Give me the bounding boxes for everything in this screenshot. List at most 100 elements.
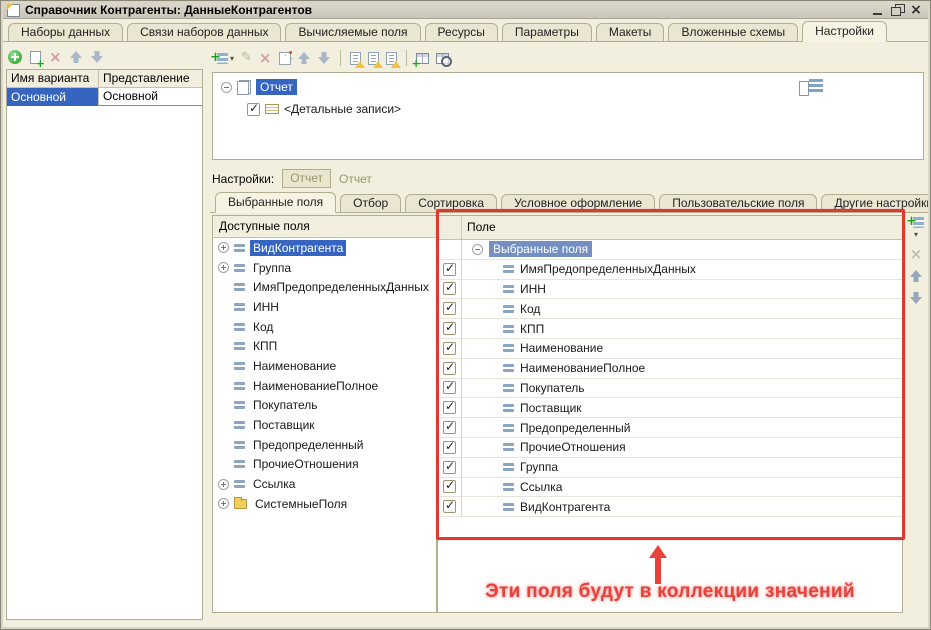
field-label[interactable]: Код [520, 302, 540, 316]
available-field-row[interactable]: КПП [213, 336, 436, 356]
field-label[interactable]: Поставщик [520, 401, 582, 415]
field-label[interactable]: КПП [250, 338, 280, 354]
delete-element-button[interactable]: × [259, 51, 272, 65]
expand-toggle-icon[interactable] [218, 479, 229, 490]
settings-tab[interactable]: Отбор [340, 194, 401, 213]
move-field-up-button[interactable] [910, 269, 923, 283]
settings-tab[interactable]: Выбранные поля [215, 192, 336, 213]
selected-field-row[interactable]: КПП [438, 319, 902, 339]
field-label[interactable]: Покупатель [520, 381, 584, 395]
minimize-icon[interactable] [870, 3, 886, 17]
available-field-row[interactable]: ВидКонтрагента [213, 238, 436, 258]
move-field-down-button[interactable] [910, 291, 923, 305]
field-label[interactable]: СистемныеПоля [252, 496, 350, 512]
field-checkbox[interactable] [443, 282, 456, 295]
main-tab[interactable]: Вложенные схемы [668, 23, 798, 42]
selected-field-row[interactable]: Ссылка [438, 478, 902, 498]
field-label[interactable]: НаименованиеПолное [520, 361, 645, 375]
settings-scope-button[interactable]: Отчет [282, 169, 331, 188]
available-field-row[interactable]: ПрочиеОтношения [213, 455, 436, 475]
main-tab[interactable]: Связи наборов данных [127, 23, 281, 42]
settings-tab[interactable]: Условное оформление [501, 194, 655, 213]
move-variant-down-button[interactable] [91, 50, 104, 64]
field-label[interactable]: ИНН [250, 299, 282, 315]
move-element-up-button[interactable] [298, 51, 311, 65]
selected-field-row[interactable]: НаименованиеПолное [438, 359, 902, 379]
field-checkbox[interactable] [443, 302, 456, 315]
selected-field-row[interactable]: ИмяПредопределенныхДанных [438, 260, 902, 280]
variant-presentation-cell[interactable]: Основной [99, 88, 202, 106]
field-checkbox[interactable] [443, 362, 456, 375]
available-field-row[interactable]: Наименование [213, 356, 436, 376]
main-tab[interactable]: Вычисляемые поля [285, 23, 420, 42]
detail-records-checkbox[interactable] [247, 103, 260, 116]
tree-child-row[interactable]: <Детальные записи> [239, 99, 923, 119]
edit-element-button[interactable]: ✎ [241, 51, 252, 65]
field-checkbox[interactable] [443, 421, 456, 434]
main-tab[interactable]: Параметры [502, 23, 592, 42]
available-field-row[interactable]: Группа [213, 258, 436, 278]
field-label[interactable]: ИмяПредопределенныхДанных [250, 279, 432, 295]
selected-field-row[interactable]: Предопределенный [438, 418, 902, 438]
move-variant-up-button[interactable] [70, 50, 83, 64]
field-label[interactable]: Ссылка [250, 476, 298, 492]
variant-name-cell[interactable]: Основной [7, 88, 99, 106]
selected-field-row[interactable]: ПрочиеОтношения [438, 438, 902, 458]
tree-child-label[interactable]: <Детальные записи> [284, 102, 401, 116]
selected-field-row[interactable]: Группа [438, 458, 902, 478]
field-label[interactable]: Поставщик [250, 417, 318, 433]
selected-field-row[interactable]: Покупатель [438, 379, 902, 399]
tree-root-label[interactable]: Отчет [256, 79, 297, 95]
delete-field-button[interactable]: × [910, 247, 923, 261]
close-icon[interactable]: × [908, 3, 924, 17]
selected-field-row[interactable]: Наименование [438, 339, 902, 359]
field-checkbox[interactable] [443, 480, 456, 493]
field-label[interactable]: НаименованиеПолное [250, 378, 381, 394]
field-checkbox[interactable] [443, 500, 456, 513]
field-label[interactable]: Группа [520, 460, 558, 474]
field-label[interactable]: ВидКонтрагента [520, 500, 610, 514]
field-label[interactable]: Наименование [250, 358, 339, 374]
available-field-row[interactable]: НаименованиеПолное [213, 376, 436, 396]
field-label[interactable]: Наименование [520, 341, 603, 355]
copy-variant-button[interactable] [30, 51, 41, 64]
table-search-button[interactable] [436, 53, 449, 64]
delete-variant-button[interactable]: × [49, 50, 62, 64]
collapse-toggle-icon[interactable] [221, 82, 232, 93]
field-label[interactable]: ИмяПредопределенныхДанных [520, 262, 696, 276]
field-checkbox[interactable] [443, 342, 456, 355]
field-checkbox[interactable] [443, 322, 456, 335]
field-checkbox[interactable] [443, 263, 456, 276]
available-field-row[interactable]: ИмяПредопределенныхДанных [213, 277, 436, 297]
available-field-row[interactable]: ИНН [213, 297, 436, 317]
selected-field-row[interactable]: Поставщик [438, 398, 902, 418]
expand-toggle-icon[interactable] [218, 262, 229, 273]
group-label[interactable]: Выбранные поля [489, 241, 592, 257]
available-field-row[interactable]: СистемныеПоля [213, 494, 436, 514]
selected-fields-group-row[interactable]: Выбранные поля [438, 240, 902, 260]
field-checkbox[interactable] [443, 401, 456, 414]
field-checkbox[interactable] [443, 381, 456, 394]
available-field-row[interactable]: Поставщик [213, 415, 436, 435]
main-tab[interactable]: Наборы данных [8, 23, 123, 42]
add-element-button[interactable]: ▾ [212, 53, 234, 64]
field-label[interactable]: ПрочиеОтношения [250, 456, 362, 472]
field-label[interactable]: Предопределенный [520, 421, 631, 435]
main-tab[interactable]: Настройки [802, 21, 887, 42]
field-label[interactable]: Группа [250, 260, 294, 276]
table-add-button[interactable] [416, 53, 429, 64]
available-field-row[interactable]: Ссылка [213, 474, 436, 494]
field-label[interactable]: КПП [520, 322, 544, 336]
chevron-down-icon[interactable]: ▾ [914, 230, 918, 239]
add-field-button[interactable] [908, 217, 924, 228]
settings-tab[interactable]: Другие настройки [821, 194, 931, 213]
add-variant-button[interactable] [8, 50, 22, 64]
field-checkbox[interactable] [443, 461, 456, 474]
selected-field-row[interactable]: Код [438, 299, 902, 319]
report-variant-button[interactable] [350, 52, 361, 65]
move-element-down-button[interactable] [318, 51, 331, 65]
selected-field-row[interactable]: ВидКонтрагента [438, 497, 902, 517]
field-checkbox[interactable] [443, 441, 456, 454]
available-field-row[interactable]: Код [213, 317, 436, 337]
load-settings-button[interactable] [368, 52, 379, 65]
